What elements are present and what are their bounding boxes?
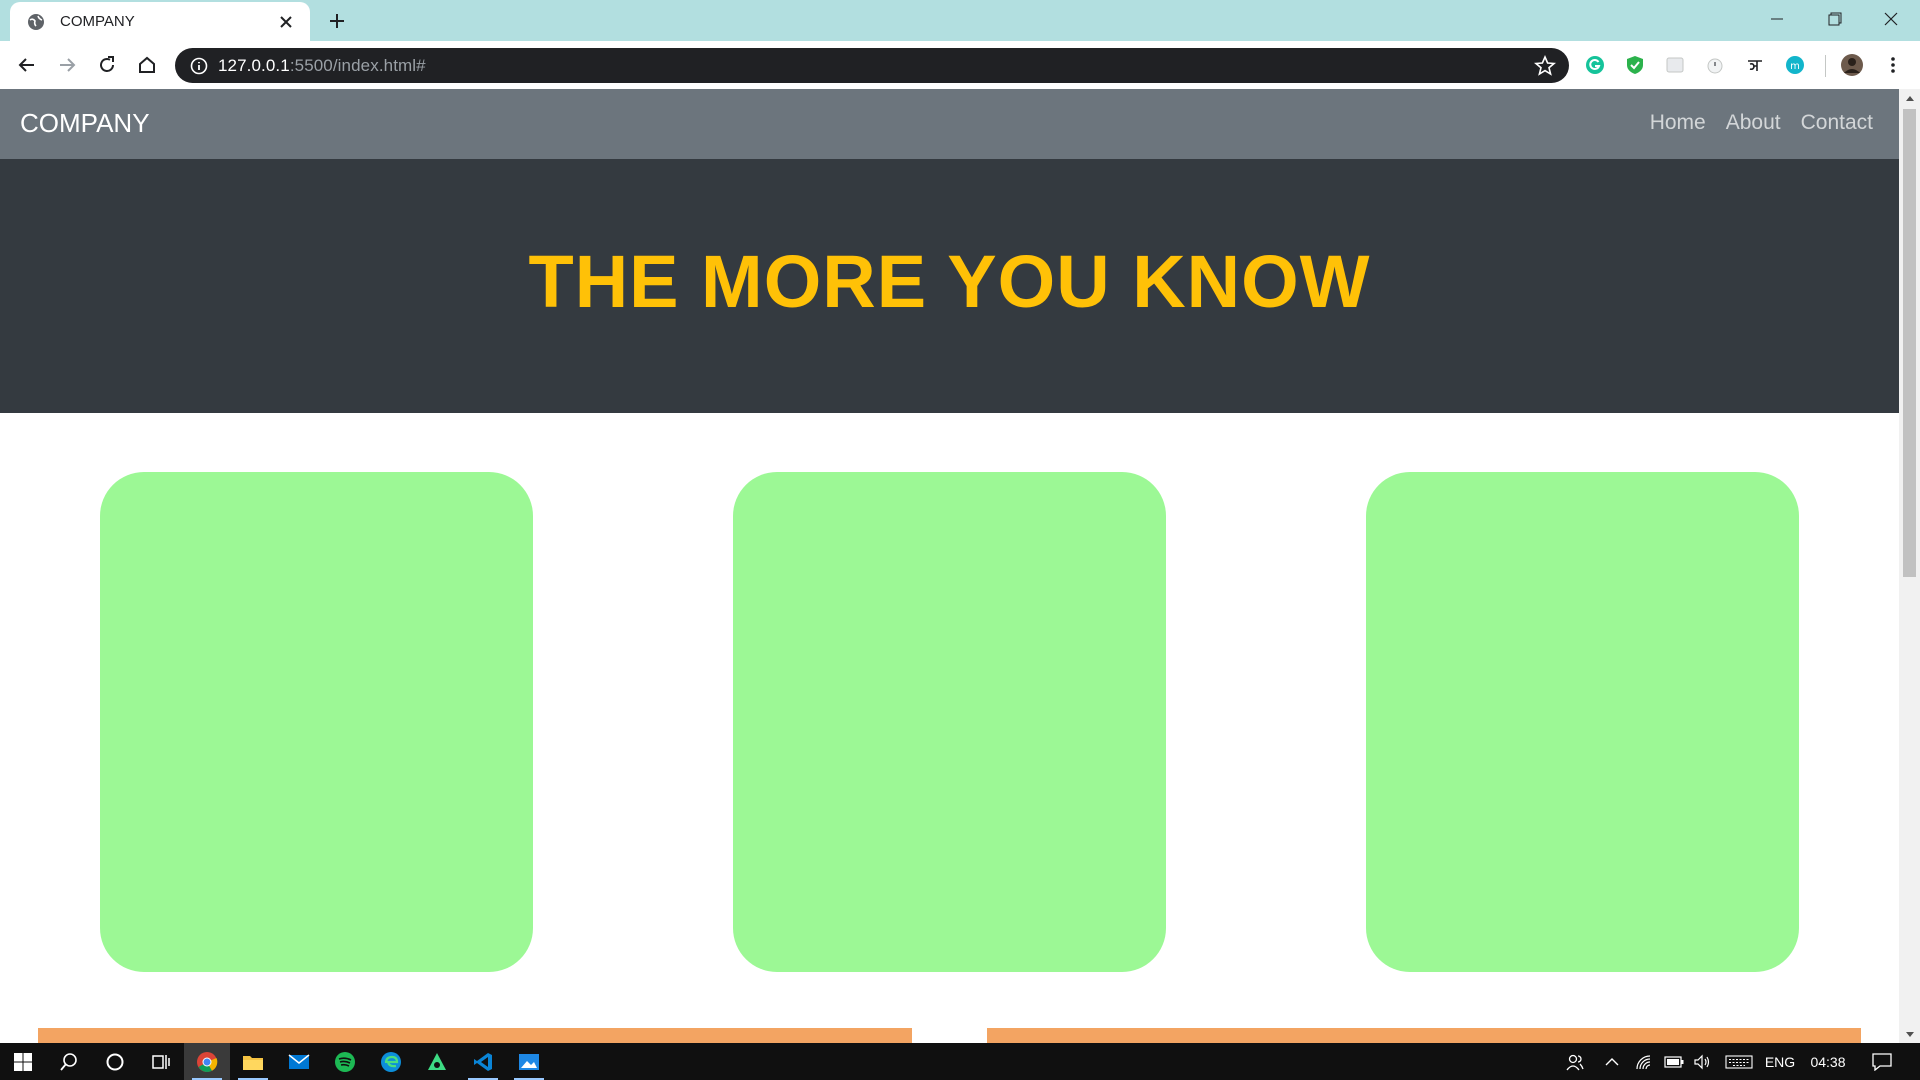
spotify-icon[interactable] [322,1043,368,1080]
meet-extension-icon[interactable]: m [1783,53,1807,77]
cortana-icon[interactable] [92,1043,138,1080]
site-brand[interactable]: COMPANY [20,108,150,139]
tab-title: COMPANY [60,13,135,30]
new-tab-button[interactable] [322,6,352,36]
orange-block-left [38,1028,912,1043]
edge-icon[interactable] [368,1043,414,1080]
url-text: 127.0.0.1:5500/index.html# [218,56,426,75]
file-explorer-icon[interactable] [230,1043,276,1080]
notifications-icon[interactable] [1862,1043,1902,1080]
address-bar[interactable]: 127.0.0.1:5500/index.html# [175,48,1569,83]
android-studio-icon[interactable] [414,1043,460,1080]
browser-tab-strip: COMPANY [0,0,1920,41]
search-icon[interactable] [46,1043,92,1080]
windows-start-icon[interactable] [0,1043,46,1080]
shield-extension-icon[interactable] [1623,53,1647,77]
profile-avatar[interactable] [1840,53,1864,77]
scrollbar-thumb[interactable] [1903,109,1916,577]
feature-card-3 [1366,472,1799,972]
chevron-up-icon[interactable] [1598,1043,1626,1080]
hero-banner: THE MORE YOU KNOW [0,159,1899,413]
people-icon[interactable] [1560,1043,1590,1080]
hindi-input-extension-icon[interactable] [1743,53,1767,77]
page-viewport: COMPANY Home About Contact THE MORE YOU … [0,89,1899,1043]
close-tab-icon[interactable] [274,10,298,34]
nav-links: Home About Contact [1650,111,1873,135]
photos-icon[interactable] [506,1043,552,1080]
forward-icon[interactable] [51,49,83,81]
screenshot-extension-icon[interactable] [1663,53,1687,77]
bookmark-star-icon[interactable] [1533,54,1557,78]
toolbar-divider [1825,55,1826,77]
back-icon[interactable] [11,49,43,81]
reload-icon[interactable] [91,49,123,81]
nav-link-contact[interactable]: Contact [1801,111,1873,135]
chrome-icon[interactable] [184,1043,230,1080]
orange-block-right [987,1028,1861,1043]
keyboard-icon[interactable] [1722,1043,1756,1080]
page-scrollbar[interactable] [1899,89,1920,1043]
timer-extension-icon[interactable] [1703,53,1727,77]
svg-text:m: m [1790,61,1800,72]
scroll-down-icon[interactable] [1899,1026,1920,1043]
site-navbar: COMPANY Home About Contact [0,89,1899,159]
globe-icon [26,12,46,32]
info-icon[interactable] [189,56,209,76]
windows-taskbar: ENG 04:38 [0,1043,1920,1080]
wifi-icon[interactable] [1630,1043,1658,1080]
clock[interactable]: 04:38 [1804,1043,1852,1080]
minimize-button[interactable] [1748,0,1806,38]
feature-card-2 [733,472,1166,972]
browser-tab[interactable]: COMPANY [10,2,310,41]
hero-heading: THE MORE YOU KNOW [528,240,1371,323]
restore-button[interactable] [1806,0,1864,38]
battery-icon[interactable] [1660,1043,1688,1080]
scroll-up-icon[interactable] [1899,89,1920,106]
nav-link-home[interactable]: Home [1650,111,1706,135]
volume-icon[interactable] [1688,1043,1716,1080]
task-view-icon[interactable] [138,1043,184,1080]
feature-card-1 [100,472,533,972]
browser-toolbar: 127.0.0.1:5500/index.html# m [0,41,1920,89]
browser-menu-icon[interactable] [1881,53,1905,77]
home-icon[interactable] [131,49,163,81]
vscode-icon[interactable] [460,1043,506,1080]
language-indicator[interactable]: ENG [1760,1043,1800,1080]
grammarly-extension-icon[interactable] [1583,53,1607,77]
close-window-button[interactable] [1862,0,1920,38]
nav-link-about[interactable]: About [1726,111,1781,135]
mail-icon[interactable] [276,1043,322,1080]
